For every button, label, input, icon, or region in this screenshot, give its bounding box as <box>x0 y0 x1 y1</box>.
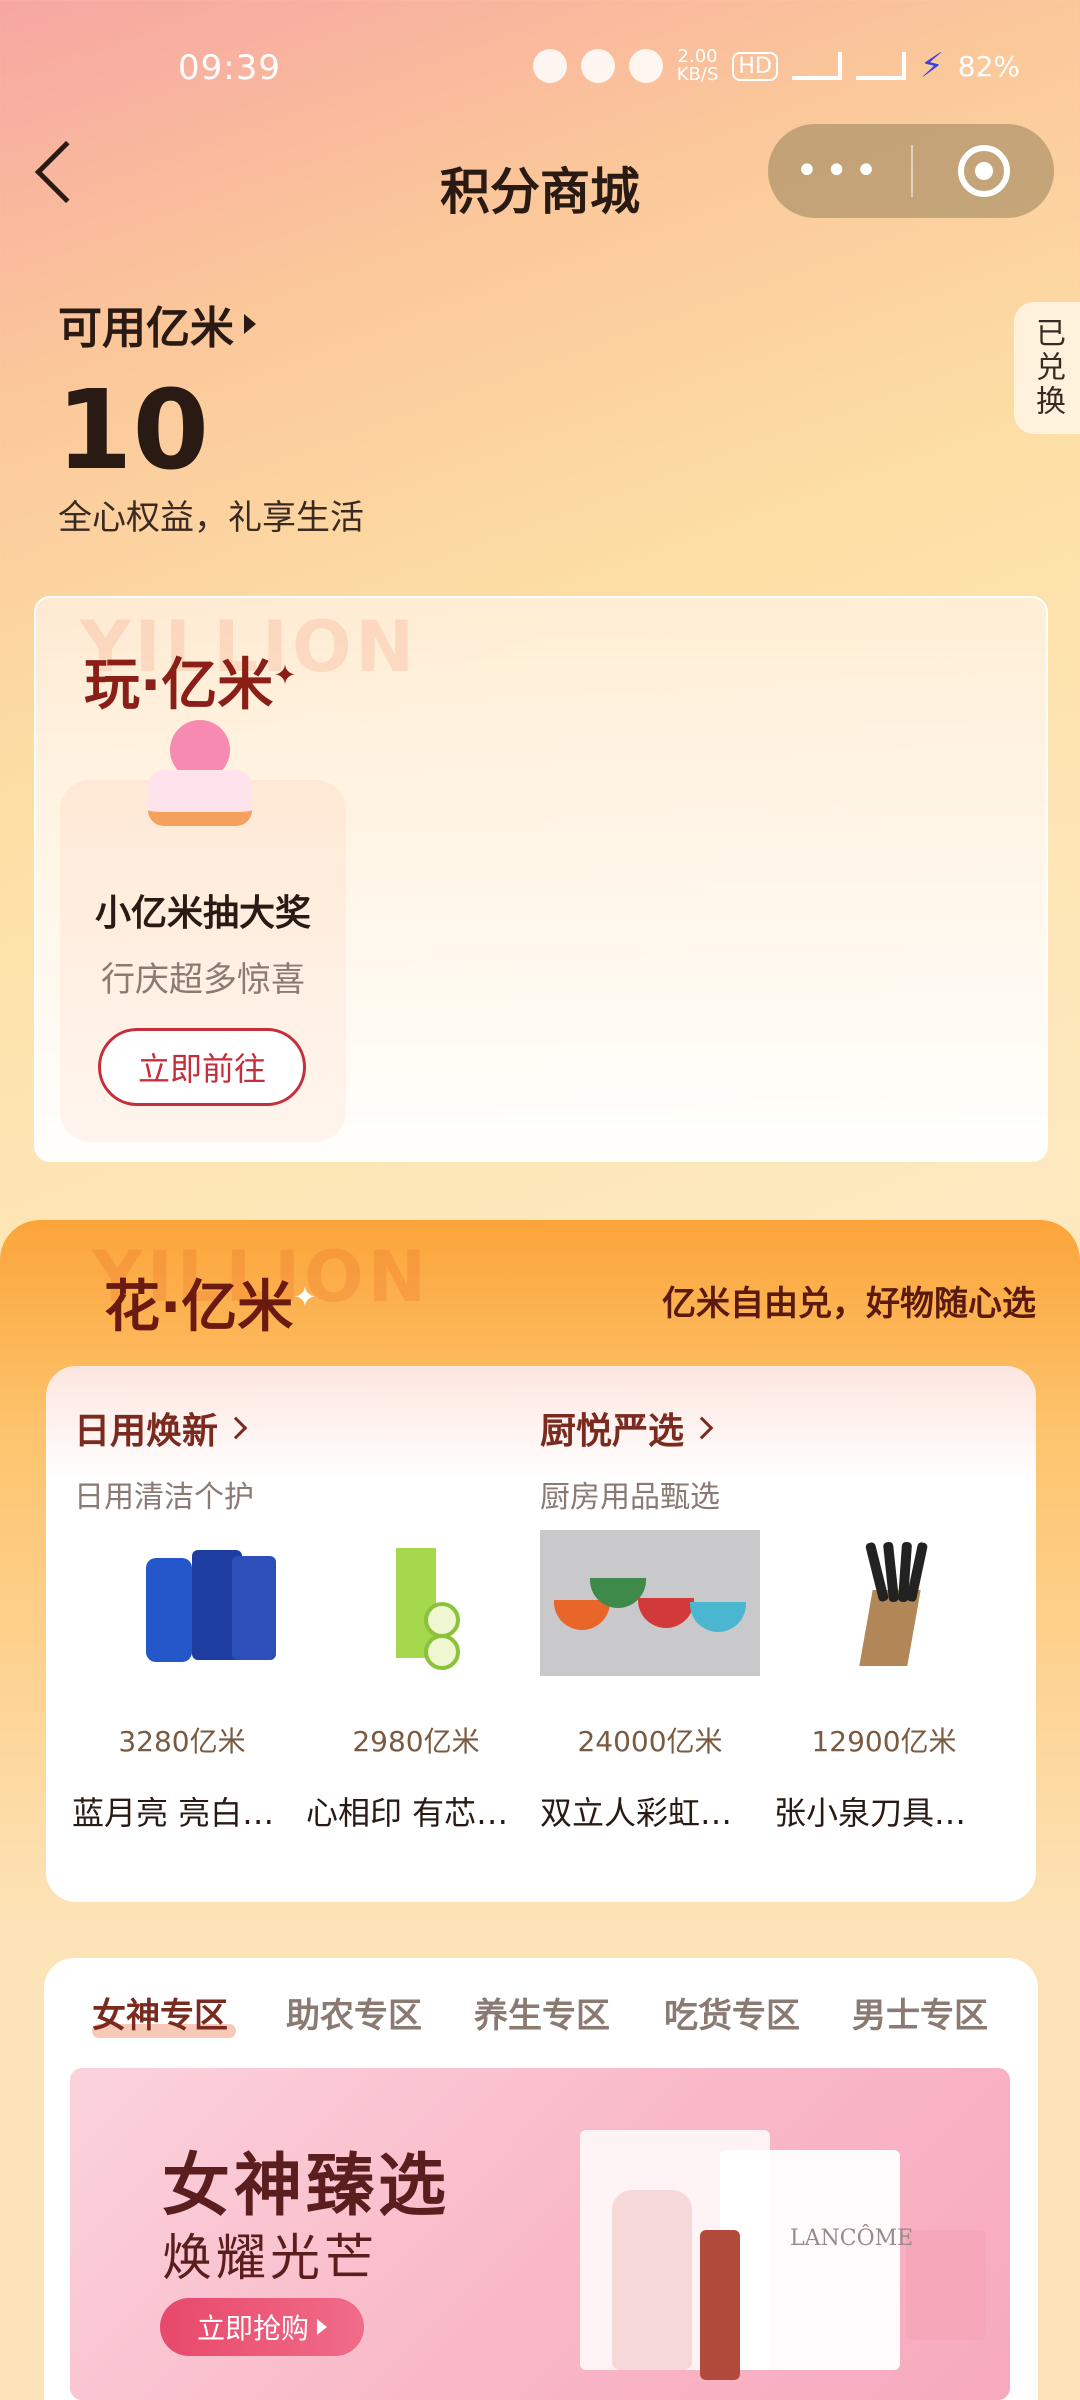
target-icon <box>957 145 1010 197</box>
points-balance: 10 <box>56 366 210 494</box>
tab-goddess[interactable]: 女神专区 <box>92 1988 228 2037</box>
category-kitchen[interactable]: 厨悦严选 厨房用品甄选 <box>540 1402 720 1516</box>
brand-logo: LANCÔME <box>790 2226 914 2251</box>
fish-app-icon <box>580 49 615 83</box>
present-image <box>906 2230 986 2340</box>
category-title-text: 厨悦严选 <box>540 1411 685 1452</box>
app-notification-icon <box>532 49 567 83</box>
detergent-image <box>72 1530 292 1676</box>
lottery-title: 小亿米抽大奖 <box>94 893 311 934</box>
tab-health[interactable]: 养生专区 <box>474 1988 610 2037</box>
tab-men[interactable]: 男士专区 <box>852 1988 988 2037</box>
play-section-title: 玩·亿米✦ <box>84 640 297 721</box>
signal-icon <box>791 52 842 80</box>
product-name: 心相印 有芯… <box>306 1794 509 1832</box>
category-subtitle: 厨房用品甄选 <box>540 1480 720 1515</box>
available-points-link[interactable]: 可用亿米 <box>58 292 256 356</box>
bluetooth-icon <box>628 49 663 83</box>
product-name: 张小泉刀具… <box>774 1794 967 1832</box>
buy-now-label: 立即抢购 <box>196 2312 309 2345</box>
bowls-image <box>540 1530 760 1676</box>
category-title: 厨悦严选 <box>540 1402 720 1454</box>
tissue-image <box>306 1530 526 1676</box>
lotion-bottle-image <box>612 2190 692 2370</box>
status-time: 09:39 <box>178 48 281 88</box>
redeemed-tab[interactable]: 已兑换 <box>1014 302 1080 434</box>
tab-foodie[interactable]: 吃货专区 <box>664 1988 800 2037</box>
flower-section-title: 花·亿米✦ <box>104 1262 317 1343</box>
product-price: 24000亿米 <box>577 1725 723 1758</box>
sparkle-icon: ✦ <box>273 658 297 692</box>
play-triangle-icon <box>317 2319 327 2335</box>
category-title-text: 日用焕新 <box>74 1411 219 1452</box>
cake-icon <box>140 720 260 850</box>
charging-icon: ⚡ <box>919 46 944 86</box>
banner-subtitle: 焕耀光芒 <box>162 2229 378 2287</box>
product-name: 双立人彩虹… <box>540 1794 733 1832</box>
miniprogram-capsule: ••• <box>768 124 1054 218</box>
go-now-button[interactable]: 立即前往 <box>98 1028 306 1106</box>
gift-box-image <box>720 2150 900 2370</box>
lipstick-image <box>700 2230 740 2380</box>
category-daily[interactable]: 日用焕新 日用清洁个护 <box>74 1402 254 1516</box>
product-item[interactable]: 3280亿米 蓝月亮 亮白… <box>72 1530 292 1834</box>
signal-icon-2 <box>855 52 906 80</box>
status-icons: 2.00 KB/S HD ⚡ 82% <box>532 46 1020 86</box>
hd-badge: HD <box>732 51 778 81</box>
flower-section-title-text: 花·亿米 <box>104 1275 294 1340</box>
product-price: 12900亿米 <box>811 1725 957 1758</box>
lottery-subtitle: 行庆超多惊喜 <box>101 960 305 1000</box>
product-price: 2980亿米 <box>352 1725 480 1758</box>
product-item[interactable]: 12900亿米 张小泉刀具… <box>774 1530 994 1834</box>
tab-farming[interactable]: 助农专区 <box>286 1988 422 2037</box>
available-points-label: 可用亿米 <box>58 303 234 354</box>
network-speed: 2.00 KB/S <box>677 48 719 84</box>
chevron-right-icon <box>690 1416 714 1440</box>
flower-slogan: 亿米自由兑，好物随心选 <box>662 1284 1036 1324</box>
network-speed-unit: KB/S <box>676 64 719 85</box>
buy-now-button[interactable]: 立即抢购 <box>160 2298 364 2356</box>
category-subtitle: 日用清洁个护 <box>74 1480 254 1515</box>
sparkle-icon: ✦ <box>293 1280 317 1314</box>
battery-level: 82% <box>957 49 1020 83</box>
more-menu-button[interactable]: ••• <box>768 148 911 194</box>
product-item[interactable]: 24000亿米 双立人彩虹… <box>540 1530 760 1834</box>
product-price: 3280亿米 <box>118 1725 246 1758</box>
chevron-right-icon <box>224 1416 248 1440</box>
product-item[interactable]: 2980亿米 心相印 有芯… <box>306 1530 526 1834</box>
close-miniprogram-button[interactable] <box>913 145 1054 197</box>
play-section-title-text: 玩·亿米 <box>84 653 274 718</box>
product-name: 蓝月亮 亮白… <box>72 1794 275 1832</box>
points-subtitle: 全心权益，礼享生活 <box>58 498 364 538</box>
category-title: 日用焕新 <box>74 1402 254 1454</box>
banner-title: 女神臻选 <box>162 2147 451 2226</box>
caret-right-icon <box>244 314 256 334</box>
knife-set-image <box>774 1530 994 1676</box>
